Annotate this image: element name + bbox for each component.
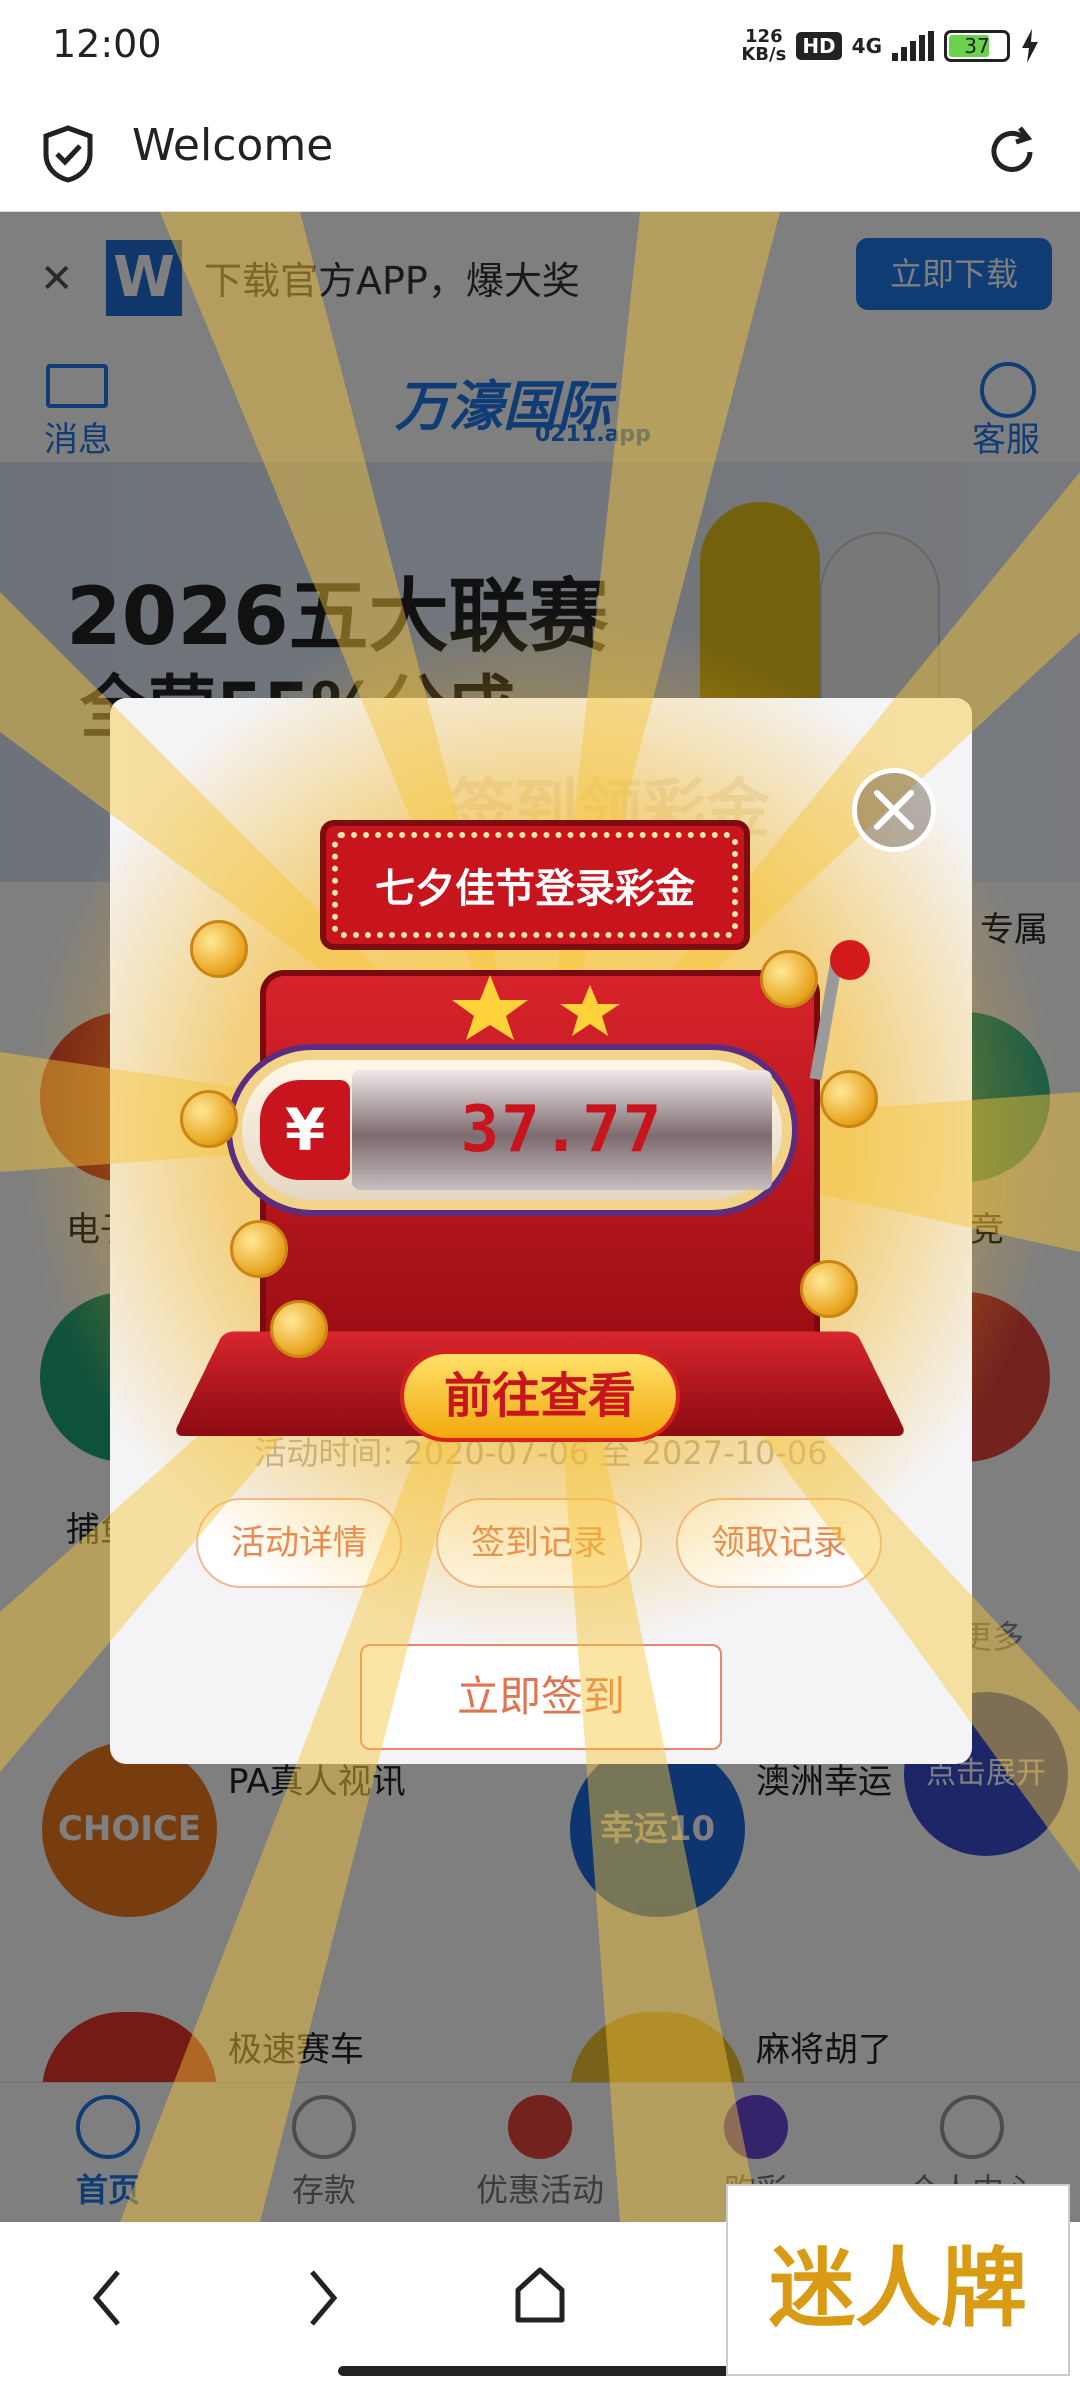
battery-icon: 37 (944, 30, 1010, 62)
refresh-icon[interactable] (982, 122, 1042, 182)
claim-records-button[interactable]: 领取记录 (676, 1498, 882, 1588)
amount-display: ¥ 37.77 (232, 1050, 792, 1210)
lever-knob-icon (830, 940, 870, 980)
clock: 12:00 (52, 22, 162, 66)
view-now-button[interactable]: 前往查看 (400, 1350, 680, 1442)
sign-in-now-button[interactable]: 立即签到 (360, 1644, 722, 1750)
page-title: Welcome (132, 120, 334, 171)
status-bar: 12:00 126 KB/s HD 4G 37 (0, 0, 1080, 96)
slot-marquee: 七夕佳节登录彩金 (320, 820, 750, 950)
slot-machine-graphic: 七夕佳节登录彩金 ¥ 37.77 前往查看 (172, 820, 908, 1460)
signal-icon (892, 31, 934, 61)
status-icons: 126 KB/s HD 4G 37 (741, 28, 1040, 64)
close-modal-button[interactable] (852, 768, 936, 852)
shield-check-icon[interactable] (40, 124, 96, 184)
forward-icon[interactable] (306, 2268, 340, 2328)
bonus-amount: 37.77 (352, 1070, 772, 1190)
activity-details-button[interactable]: 活动详情 (196, 1498, 402, 1588)
gesture-home-bar[interactable] (338, 2366, 742, 2376)
network-speed: 126 KB/s (741, 28, 786, 64)
battery-level: 37 (964, 34, 990, 58)
star-icon (452, 975, 620, 1040)
home-icon[interactable] (510, 2264, 570, 2328)
back-icon[interactable] (90, 2268, 124, 2328)
browser-toolbar: Welcome (0, 96, 1080, 212)
watermark-logo: 迷人牌 (726, 2184, 1070, 2376)
marquee-text: 七夕佳节登录彩金 (375, 866, 695, 912)
close-icon (874, 790, 914, 830)
net-speed-unit: KB/s (741, 44, 787, 65)
watermark-text: 迷人牌 (769, 2237, 1027, 2339)
charging-icon (1022, 29, 1038, 63)
checkin-records-button[interactable]: 签到记录 (436, 1498, 642, 1588)
hd-icon: HD (796, 32, 842, 60)
currency-symbol: ¥ (260, 1080, 350, 1180)
network-type: 4G (851, 34, 882, 58)
